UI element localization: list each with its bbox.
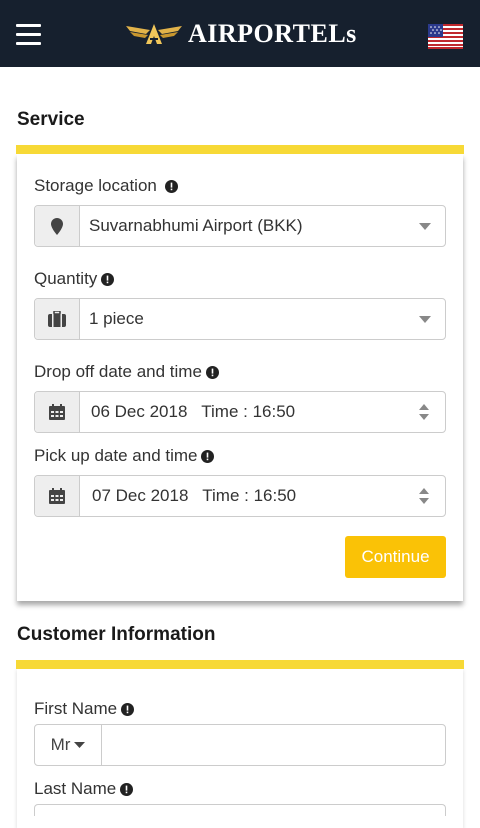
hamburger-menu-icon[interactable] [16, 24, 41, 46]
last-name-label: Last Name [34, 779, 134, 799]
quantity-select[interactable]: 1 piece [34, 298, 446, 340]
calendar-icon [35, 476, 80, 516]
quantity-value: 1 piece [89, 309, 144, 328]
info-icon[interactable] [201, 449, 215, 463]
storage-location-label-text: Storage location [34, 176, 157, 195]
continue-button[interactable]: Continue [345, 536, 446, 578]
customer-section-title: Customer Information [17, 624, 216, 645]
storage-location-select[interactable]: Suvarnabhumi Airport (BKK) [34, 205, 446, 247]
map-pin-icon [35, 206, 80, 246]
wings-logo-icon [126, 24, 182, 44]
first-name-label: First Name [34, 699, 135, 719]
name-title-select[interactable]: Mr [35, 725, 102, 765]
last-name-label-text: Last Name [34, 779, 117, 798]
info-icon[interactable] [120, 782, 134, 796]
info-icon[interactable] [121, 702, 135, 716]
calendar-icon [35, 392, 80, 432]
pickup-datetime-field[interactable]: 07 Dec 2018 Time : 16:50 [34, 475, 446, 517]
first-name-label-text: First Name [34, 699, 118, 718]
spinner-arrows-icon [419, 488, 429, 504]
service-section-title: Service [17, 109, 85, 130]
info-icon[interactable] [101, 272, 115, 286]
spinner-arrows-icon [419, 404, 429, 420]
last-name-input[interactable] [34, 804, 446, 816]
storage-location-value: Suvarnabhumi Airport (BKK) [89, 216, 303, 235]
dropoff-label-text: Drop off date and time [34, 362, 202, 381]
first-name-group: Mr [34, 724, 446, 766]
dropoff-datetime-value: 06 Dec 2018 Time : 16:50 [91, 402, 296, 421]
brand-logo[interactable]: AIRPORTELs [126, 19, 357, 48]
chevron-down-icon [419, 315, 431, 323]
info-icon[interactable] [164, 179, 178, 193]
first-name-input[interactable] [102, 725, 445, 765]
service-accent-bar [16, 145, 464, 154]
info-icon[interactable] [205, 365, 219, 379]
dropoff-label: Drop off date and time [34, 362, 219, 382]
pickup-label-text: Pick up date and time [34, 446, 198, 465]
storage-location-label: Storage location [34, 176, 178, 196]
customer-accent-bar [16, 660, 464, 669]
brand-name: AIRPORTELs [188, 19, 357, 48]
us-flag-icon[interactable] [428, 24, 463, 49]
name-title-value: Mr [50, 735, 71, 754]
chevron-down-icon [419, 222, 431, 230]
chevron-down-icon [74, 742, 86, 748]
pickup-label: Pick up date and time [34, 446, 215, 466]
dropoff-datetime-field[interactable]: 06 Dec 2018 Time : 16:50 [34, 391, 446, 433]
top-navigation-bar: AIRPORTELs [0, 0, 480, 67]
quantity-label: Quantity [34, 269, 115, 289]
quantity-label-text: Quantity [34, 269, 98, 288]
luggage-icon [35, 299, 80, 339]
pickup-datetime-value: 07 Dec 2018 Time : 16:50 [92, 486, 297, 505]
